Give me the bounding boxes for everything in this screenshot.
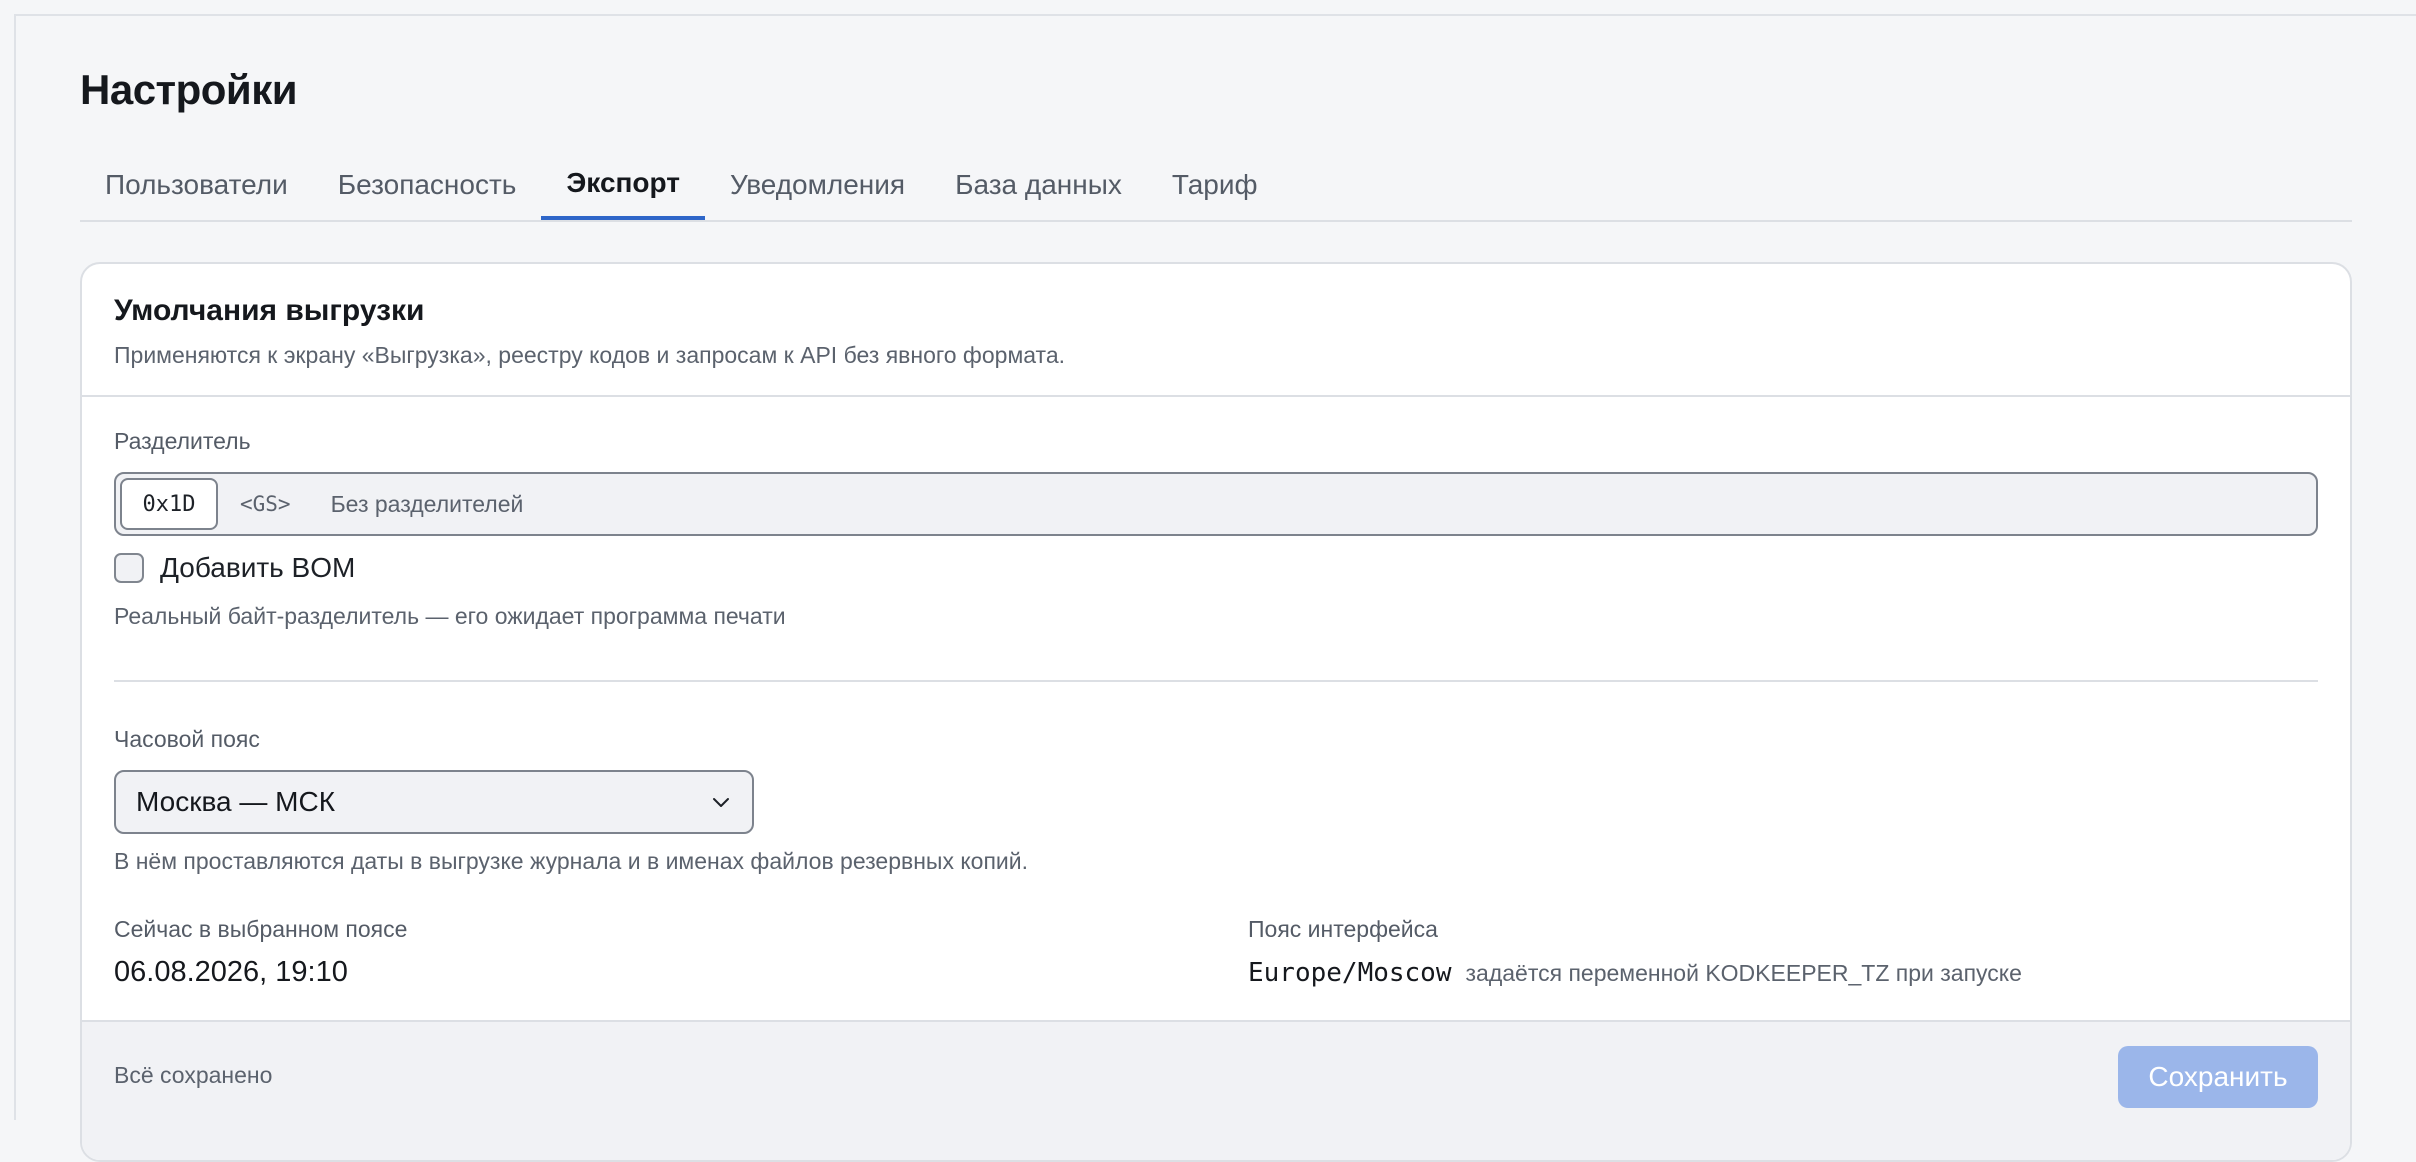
tab-security[interactable]: Безопасность xyxy=(313,150,542,220)
card-title: Умолчания выгрузки xyxy=(114,294,425,327)
section-divider xyxy=(114,680,2318,682)
interface-tz-value: Europe/Moscow xyxy=(1248,958,1452,988)
tab-users[interactable]: Пользователи xyxy=(80,150,313,220)
tab-notifications[interactable]: Уведомления xyxy=(705,150,930,220)
tab-plan[interactable]: Тариф xyxy=(1147,150,1283,220)
bom-checkbox-row[interactable]: Добавить BOM xyxy=(114,552,355,584)
tab-database[interactable]: База данных xyxy=(930,150,1147,220)
timezone-selected-value: Москва — МСК xyxy=(136,786,336,817)
separator-hint: Реальный байт-разделитель — его ожидает … xyxy=(114,603,786,629)
top-bar xyxy=(14,0,2416,16)
save-status: Всё сохранено xyxy=(114,1062,273,1088)
chevron-down-icon xyxy=(713,798,729,807)
tab-export[interactable]: Экспорт xyxy=(541,150,705,220)
now-label: Сейчас в выбранном поясе xyxy=(114,916,408,942)
export-defaults-card: Умолчания выгрузки Применяются к экрану … xyxy=(80,262,2352,1162)
interface-tz-row: Europe/Moscow задаётся переменной KODKEE… xyxy=(1248,958,2022,988)
card-footer: Всё сохранено Сохранить xyxy=(82,1020,2350,1160)
separator-label: Разделитель xyxy=(114,428,251,454)
bom-checkbox-label[interactable]: Добавить BOM xyxy=(160,552,355,584)
left-rail xyxy=(0,0,16,1120)
save-button[interactable]: Сохранить xyxy=(2118,1046,2318,1108)
timezone-label: Часовой пояс xyxy=(114,726,260,752)
separator-option-0x1d[interactable]: 0x1D xyxy=(120,478,218,530)
separator-field[interactable]: 0x1D <GS> Без разделителей xyxy=(114,472,2318,536)
separator-code: <GS> xyxy=(240,492,291,516)
page-title: Настройки xyxy=(80,66,298,113)
now-value: 06.08.2026, 19:10 xyxy=(114,956,348,988)
interface-tz-label: Пояс интерфейса xyxy=(1248,916,1438,942)
timezone-select[interactable]: Москва — МСК xyxy=(114,770,754,834)
card-subtitle: Применяются к экрану «Выгрузка», реестру… xyxy=(114,342,1065,368)
settings-tabs: Пользователи Безопасность Экспорт Уведом… xyxy=(80,150,2352,222)
timezone-hint: В нём проставляются даты в выгрузке журн… xyxy=(114,848,1028,874)
card-header: Умолчания выгрузки Применяются к экрану … xyxy=(82,264,2350,397)
separator-description: Без разделителей xyxy=(330,490,524,517)
bom-checkbox[interactable] xyxy=(114,553,144,583)
interface-tz-note: задаётся переменной KODKEEPER_TZ при зап… xyxy=(1465,960,2022,986)
